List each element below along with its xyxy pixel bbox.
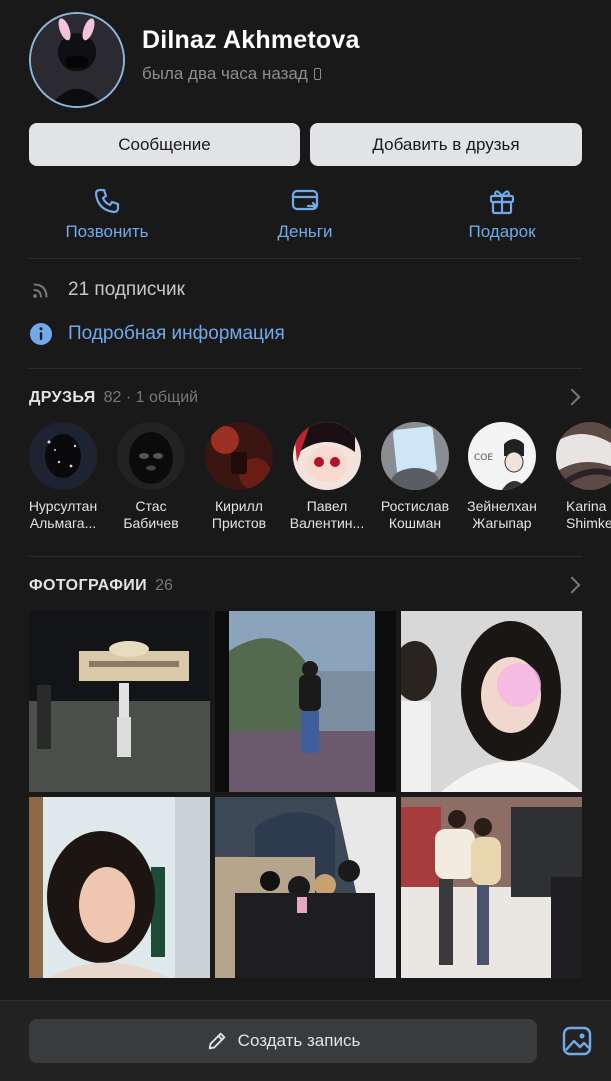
profile-avatar[interactable]	[29, 12, 125, 108]
phone-icon	[313, 68, 321, 80]
photos-title: ФОТОГРАФИИ	[29, 577, 148, 594]
divider	[29, 368, 582, 369]
friend-first-name: Нурсултан	[28, 498, 98, 514]
info-icon	[29, 322, 53, 346]
followers-text: 21 подписчик	[68, 279, 185, 300]
gift-action[interactable]: Подарок	[432, 186, 572, 242]
divider	[29, 556, 582, 557]
friend-item[interactable]: Karina Shimke	[546, 422, 611, 532]
photo-thumbnail[interactable]	[215, 797, 396, 978]
gift-icon	[489, 190, 515, 215]
call-label: Позвонить	[65, 222, 149, 241]
friend-avatar: COE	[468, 422, 536, 490]
photo-thumbnail[interactable]	[215, 611, 396, 792]
friend-last-name: Жагыпар	[472, 515, 532, 531]
friend-avatar	[381, 422, 449, 490]
friend-name: Стас Бабичев	[107, 498, 195, 532]
friend-last-name: Альмага...	[29, 515, 97, 531]
friend-name: Павел Валентин...	[283, 498, 371, 532]
image-icon[interactable]	[560, 1025, 594, 1057]
friend-name: Нурсултан Альмага...	[19, 498, 107, 532]
money-action[interactable]: Деньги	[235, 186, 375, 242]
call-action[interactable]: Позвонить	[37, 186, 177, 242]
photos-header[interactable]: ФОТОГРАФИИ 26	[29, 577, 173, 595]
svg-text:COE: COE	[474, 453, 493, 463]
friend-name: Кирилл Пристов	[195, 498, 283, 532]
chevron-right-icon[interactable]	[563, 388, 581, 406]
money-label: Деньги	[277, 222, 333, 241]
friend-first-name: Кирилл	[215, 498, 263, 514]
last-seen-status: была два часа назад	[142, 64, 321, 84]
photos-count: 26	[155, 577, 173, 594]
friend-item[interactable]: Ростислав Кошман	[371, 422, 459, 532]
friend-last-name: Пристов	[211, 515, 267, 531]
photo-thumbnail[interactable]	[401, 797, 582, 978]
followers-row[interactable]: 21 подписчик	[29, 278, 185, 302]
friend-avatar	[556, 422, 611, 490]
money-card-icon	[291, 189, 319, 211]
friend-item[interactable]: COE Зейнелхан Жагыпар	[458, 422, 546, 532]
last-seen-text: была два часа назад	[142, 64, 308, 83]
friend-avatar	[205, 422, 273, 490]
friend-first-name: Стас	[135, 498, 167, 514]
photo-thumbnail[interactable]	[29, 611, 210, 792]
photo-thumbnail[interactable]	[29, 797, 210, 978]
add-friend-button[interactable]: Добавить в друзья	[310, 123, 582, 166]
friend-last-name: Валентин...	[289, 515, 365, 531]
friend-item[interactable]: Павел Валентин...	[283, 422, 371, 532]
friend-avatar	[293, 422, 361, 490]
phone-call-icon	[94, 188, 120, 214]
chevron-right-icon[interactable]	[563, 576, 581, 594]
friend-first-name: Ростислав	[380, 498, 450, 514]
friend-last-name: Shimke	[566, 515, 611, 531]
friend-avatar	[29, 422, 97, 490]
message-button[interactable]: Сообщение	[29, 123, 300, 166]
gift-label: Подарок	[468, 222, 536, 241]
friend-name: Ростислав Кошман	[371, 498, 459, 532]
pencil-icon	[208, 1032, 225, 1050]
details-text: Подробная информация	[68, 323, 285, 344]
friend-item[interactable]: Кирилл Пристов	[195, 422, 283, 532]
friend-item[interactable]: Нурсултан Альмага...	[19, 422, 107, 532]
friends-title: ДРУЗЬЯ	[29, 389, 96, 406]
create-post-label: Создать запись	[237, 1031, 361, 1050]
friends-header[interactable]: ДРУЗЬЯ 82 · 1 общий	[29, 389, 198, 407]
friend-first-name: Karina	[566, 498, 607, 514]
friend-first-name: Павел	[306, 498, 348, 514]
friend-last-name: Бабичев	[123, 515, 179, 531]
friend-name: Зейнелхан Жагыпар	[458, 498, 546, 532]
photo-thumbnail[interactable]	[401, 611, 582, 792]
rss-icon	[29, 278, 53, 302]
profile-name: Dilnaz Akhmetova	[142, 26, 360, 54]
friend-item[interactable]: Стас Бабичев	[107, 422, 195, 532]
divider	[29, 258, 582, 259]
details-row[interactable]: Подробная информация	[29, 322, 285, 346]
friend-name: Karina Shimke	[546, 498, 611, 532]
friends-count: 82 · 1 общий	[103, 389, 199, 406]
friend-first-name: Зейнелхан	[467, 498, 537, 514]
create-post-button[interactable]: Создать запись	[29, 1019, 537, 1063]
friend-avatar	[117, 422, 185, 490]
friend-last-name: Кошман	[388, 515, 442, 531]
